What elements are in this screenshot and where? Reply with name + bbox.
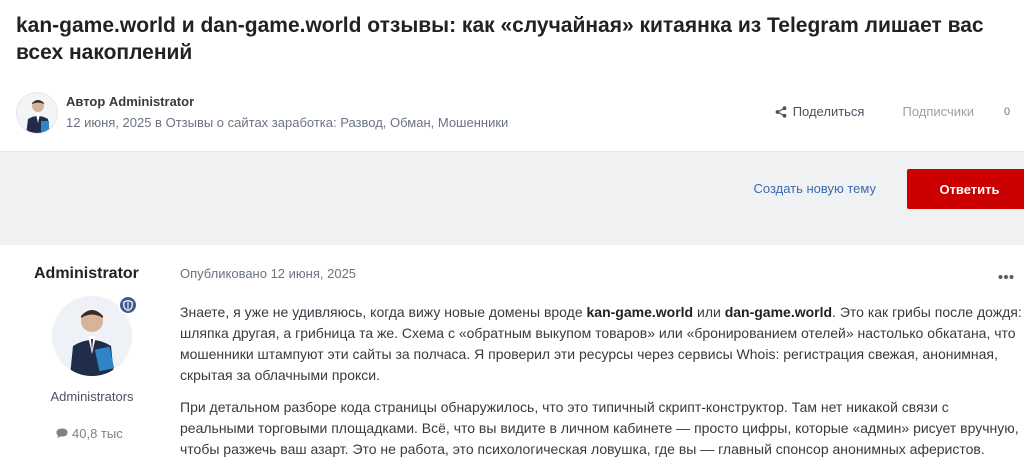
comment-icon [56,428,68,439]
moderator-shield-icon [123,299,133,311]
share-icon [775,105,787,118]
more-horizontal-icon [998,275,1014,279]
post-paragraph-2: При детальном разборе кода страницы обна… [180,399,1019,457]
followers-count: 0 [1004,105,1011,118]
post: Administrator Administrators 40,8 тыс Оп… [0,245,1024,458]
post-count: 40,8 тыс [56,426,123,441]
followers-button[interactable]: Подписчики [902,104,974,119]
more-options-button[interactable] [998,267,1014,285]
share-button[interactable]: Поделиться [775,104,865,119]
topic-header: kan-game.world и dan-game.world отзывы: … [16,12,1016,66]
post-author-column: Administrator Administrators 40,8 тыс [0,245,180,458]
text-run: или [693,304,725,320]
post-count-value: 40,8 тыс [72,426,123,441]
topic-meta: Автор Administrator 12 июня, 2025 в Отзы… [16,92,1024,136]
post-author-group: Administrators [50,389,134,404]
share-label: Поделиться [792,104,865,119]
domain-highlight: kan-game.world [586,304,694,320]
post-content: Опубликовано 12 июня, 2025 Знаете, я уже… [180,245,1024,458]
page-title: kan-game.world и dan-game.world отзывы: … [16,14,984,64]
reply-button[interactable]: Ответить [907,169,1024,209]
author-line[interactable]: Автор Administrator [66,94,508,109]
post-author-name[interactable]: Administrator [34,265,139,283]
new-topic-link[interactable]: Создать новую тему [753,181,876,196]
domain-highlight: dan-game.world [724,304,833,320]
date-category-line: 12 июня, 2025 в Отзывы о сайтах заработк… [66,115,509,130]
moderator-badge [118,295,138,315]
text-run: Знаете, я уже не удивляюсь, когда вижу н… [180,304,587,320]
action-bar: Создать новую тему Ответить [0,151,1024,245]
post-paragraph-1: Знаете, я уже не удивляюсь, когда вижу н… [180,302,1024,386]
post-date[interactable]: Опубликовано 12 июня, 2025 [180,266,356,281]
author-avatar[interactable] [16,92,58,134]
avatar-image [17,93,57,133]
